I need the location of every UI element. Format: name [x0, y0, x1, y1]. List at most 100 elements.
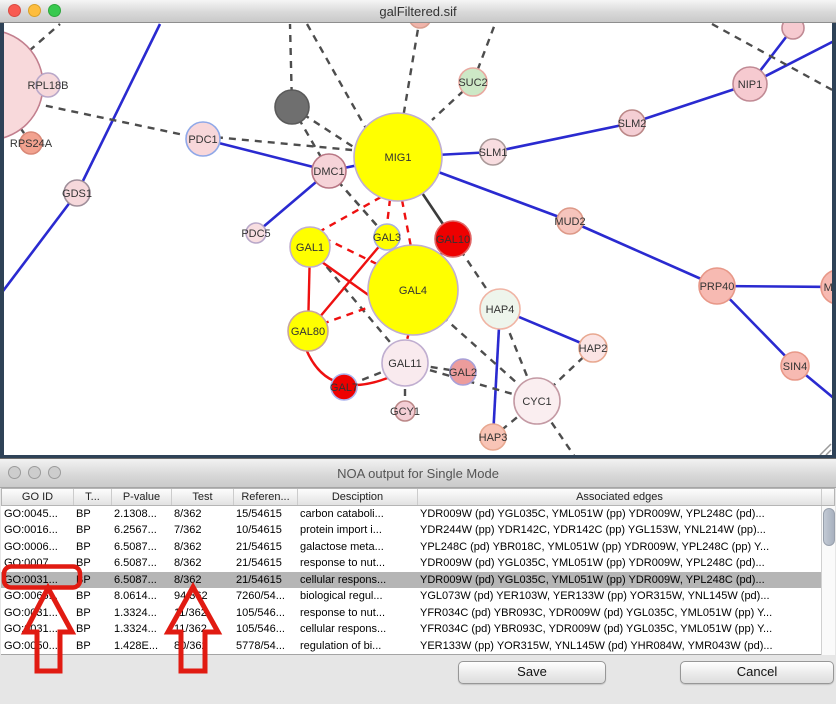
node-unlabeled[interactable] [409, 23, 431, 28]
table-cell: 80/362 [171, 638, 233, 654]
node-label: SLM2 [618, 118, 647, 130]
column-header-test[interactable]: Test [172, 489, 234, 505]
table-cell: GO:0031... [1, 605, 73, 621]
node-label: HAP2 [579, 343, 608, 355]
traffic-lights-inactive [8, 466, 61, 479]
cancel-button[interactable]: Cancel [680, 661, 834, 684]
edge[interactable] [203, 139, 329, 171]
column-header-t-[interactable]: T... [74, 489, 112, 505]
edge[interactable] [403, 23, 420, 118]
network-window-titlebar: galFiltered.sif [0, 0, 836, 23]
table-cell: 15/54615 [233, 506, 297, 522]
table-cell: BP [73, 506, 111, 522]
node-label: GAL3 [373, 232, 401, 244]
table-cell: 11/362 [171, 621, 233, 637]
node-label: HAP3 [479, 432, 508, 444]
node-label: NIP1 [738, 79, 762, 91]
table-cell: 6.5087... [111, 539, 171, 555]
table-cell: 1.428E... [111, 638, 171, 654]
close-button[interactable] [8, 466, 21, 479]
network-graph[interactable]: RPS24ARPL18BGDS1PDC1MIG1DMC1SUC2SLM1SLM2… [4, 23, 832, 455]
node-label: GAL4 [399, 285, 427, 297]
node-label: GCY1 [390, 406, 420, 418]
edge[interactable] [4, 193, 77, 295]
table-cell: 2.1308... [111, 506, 171, 522]
table-cell: 5778/54... [233, 638, 297, 654]
node-label: GAL11 [388, 358, 421, 370]
table-cell: 8/362 [171, 539, 233, 555]
column-header-referen-[interactable]: Referen... [234, 489, 298, 505]
table-cell: response to nut... [297, 555, 417, 571]
edge[interactable] [493, 123, 632, 152]
table-row[interactable]: GO:0016...BP6.2567...7/36210/54615protei… [1, 522, 821, 538]
table-cell: 6.5087... [111, 572, 171, 588]
edge[interactable] [632, 84, 750, 123]
table-cell: 105/546... [233, 605, 297, 621]
column-header-associated-edges[interactable]: Associated edges [418, 489, 822, 505]
table-cell: BP [73, 621, 111, 637]
table-cell: 11/362 [171, 605, 233, 621]
table-cell: 21/54615 [233, 555, 297, 571]
node-label: MUD2 [554, 216, 585, 228]
edge[interactable] [307, 24, 368, 132]
save-button[interactable]: Save [458, 661, 606, 684]
edge[interactable] [570, 221, 717, 286]
table-row[interactable]: GO:0050...BP1.428E...80/3625778/54...reg… [1, 638, 821, 654]
table-row[interactable]: GO:0007...BP6.5087...8/36221/54615respon… [1, 555, 821, 571]
table-cell: 1.3324... [111, 621, 171, 637]
node-label: GAL7 [330, 382, 358, 394]
node-label: PDC1 [188, 134, 217, 146]
table-row[interactable]: GO:0031...BP1.3324...11/362105/546...cel… [1, 621, 821, 637]
edge[interactable] [387, 199, 390, 225]
table-cell: 21/54615 [233, 539, 297, 555]
node-label: HAP4 [486, 304, 515, 316]
edge[interactable] [322, 305, 375, 324]
table-cell: YFR034C (pd) YBR093C, YDR009W (pd) YGL03… [417, 621, 821, 637]
table-row[interactable]: GO:0031...BP1.3324...11/362105/546...res… [1, 605, 821, 621]
node-unlabeled[interactable] [782, 23, 804, 39]
edge[interactable] [317, 197, 381, 233]
network-canvas[interactable]: RPS24ARPL18BGDS1PDC1MIG1DMC1SUC2SLM1SLM2… [0, 23, 836, 458]
edge[interactable] [712, 24, 832, 92]
node-label: CYC1 [522, 396, 551, 408]
zoom-button[interactable] [48, 4, 61, 17]
table-row[interactable]: GO:0065...BP8.0614...94/3627260/54...bio… [1, 588, 821, 604]
table-row[interactable]: GO:0031...BP6.5087...8/36221/54615cellul… [1, 572, 821, 588]
node-unlabeled[interactable] [275, 90, 309, 124]
table-cell: BP [73, 638, 111, 654]
node-label: MIG1 [385, 152, 412, 164]
column-header-p-value[interactable]: P-value [112, 489, 172, 505]
edge[interactable] [203, 136, 352, 150]
column-header-go-id[interactable]: GO ID [2, 489, 74, 505]
table-cell: YPL248C (pd) YBR018C, YML051W (pp) YDR00… [417, 539, 821, 555]
table-cell: GO:0031... [1, 572, 73, 588]
column-header-desciption[interactable]: Desciption [298, 489, 418, 505]
node-label: MSL1 [824, 282, 832, 294]
table-cell: GO:0016... [1, 522, 73, 538]
table-cell: 6.2567... [111, 522, 171, 538]
resize-grip[interactable] [820, 444, 831, 455]
table-cell: YDR009W (pd) YGL035C, YML051W (pp) YDR00… [417, 555, 821, 571]
minimize-button[interactable] [28, 466, 41, 479]
table-cell: carbon cataboli... [297, 506, 417, 522]
table-cell: BP [73, 522, 111, 538]
vertical-scrollbar[interactable] [821, 506, 835, 655]
table-cell: 7260/54... [233, 588, 297, 604]
edge[interactable] [77, 24, 160, 193]
node-label: GAL1 [296, 242, 324, 254]
close-button[interactable] [8, 4, 21, 17]
table-cell: 94/362 [171, 588, 233, 604]
node-label: GAL80 [291, 326, 325, 338]
table-row[interactable]: GO:0045...BP2.1308...8/36215/54615carbon… [1, 506, 821, 522]
node-label: RPL18B [28, 80, 69, 92]
table-body: GO:0045...BP2.1308...8/36215/54615carbon… [1, 506, 821, 655]
zoom-button[interactable] [48, 466, 61, 479]
traffic-lights [8, 4, 61, 17]
scrollbar-thumb[interactable] [823, 508, 835, 546]
table-row[interactable]: GO:0006...BP6.5087...8/36221/54615galact… [1, 539, 821, 555]
edge[interactable] [402, 200, 411, 247]
noa-output-window: NOA output for Single Mode GO IDT...P-va… [0, 458, 836, 704]
minimize-button[interactable] [28, 4, 41, 17]
table-cell: YDR009W (pd) YGL035C, YML051W (pp) YDR00… [417, 506, 821, 522]
table-cell: GO:0065... [1, 588, 73, 604]
